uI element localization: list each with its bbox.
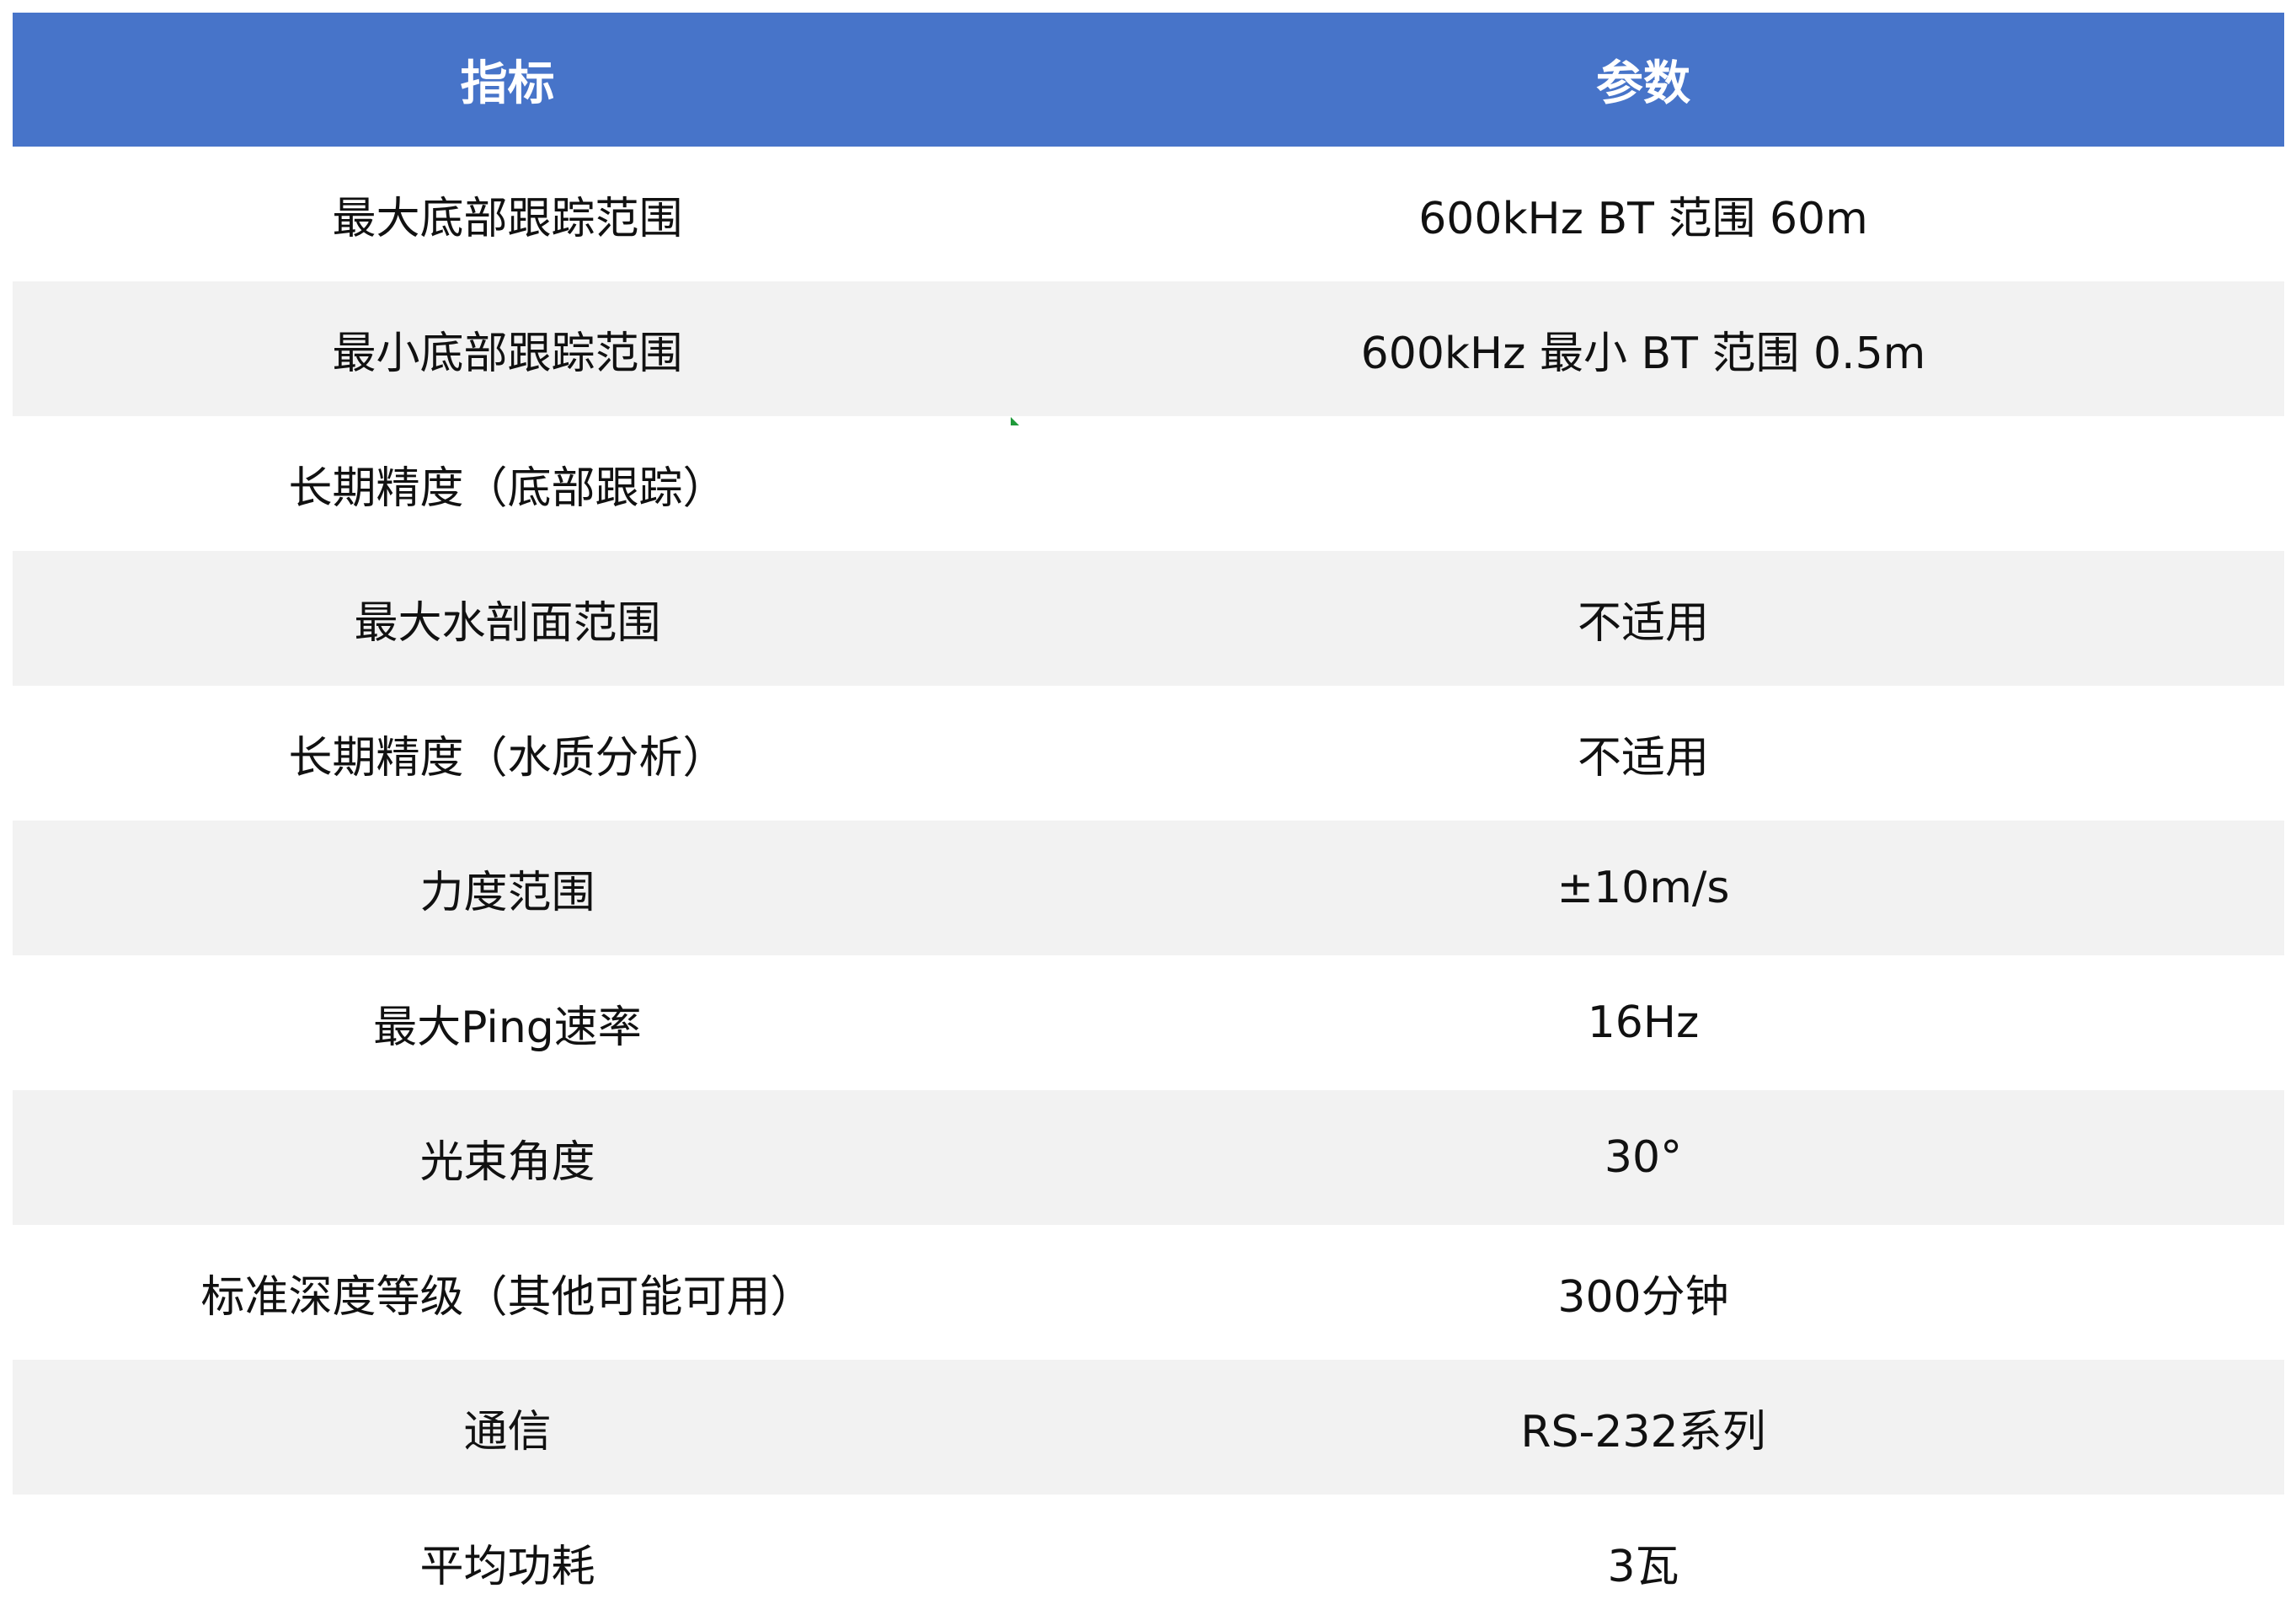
table-row: 光束角度 30° (13, 1090, 2284, 1225)
param-cell: ±10m/s (1002, 821, 2284, 955)
param-cell: 3瓦 (1002, 1495, 2284, 1599)
metric-cell: 最大底部跟踪范围 (13, 147, 1002, 281)
param-cell: 不适用 (1002, 551, 2284, 686)
table-row: 力度范围 ±10m/s (13, 821, 2284, 955)
header-metric: 指标 (13, 13, 1002, 147)
param-cell: 30° (1002, 1090, 2284, 1225)
param-cell: 300分钟 (1002, 1225, 2284, 1360)
metric-cell: 最大水剖面范围 (13, 551, 1002, 686)
param-cell: 600kHz 最小 BT 范围 0.5m (1002, 281, 2284, 416)
table-row: 长期精度（水质分析） 不适用 (13, 686, 2284, 821)
param-cell: 16Hz (1002, 955, 2284, 1090)
green-triangle-marker-icon (1011, 417, 1019, 425)
param-cell: RS-232系列 (1002, 1360, 2284, 1495)
metric-cell: 长期精度（水质分析） (13, 686, 1002, 821)
metric-cell: 平均功耗 (13, 1495, 1002, 1599)
spec-table: 指标 参数 最大底部跟踪范围 600kHz BT 范围 60m 最小底部跟踪范围… (13, 13, 2284, 1599)
table-row: 最大水剖面范围 不适用 (13, 551, 2284, 686)
param-cell (1002, 416, 2284, 551)
table-row: 通信 RS-232系列 (13, 1360, 2284, 1495)
metric-cell: 标准深度等级（其他可能可用） (13, 1225, 1002, 1360)
param-cell: 不适用 (1002, 686, 2284, 821)
metric-cell: 最大Ping速率 (13, 955, 1002, 1090)
metric-cell: 最小底部跟踪范围 (13, 281, 1002, 416)
metric-cell: 力度范围 (13, 821, 1002, 955)
table-row: 长期精度（底部跟踪） (13, 416, 2284, 551)
param-cell: 600kHz BT 范围 60m (1002, 147, 2284, 281)
metric-cell: 光束角度 (13, 1090, 1002, 1225)
table-row: 平均功耗 3瓦 (13, 1495, 2284, 1599)
header-param: 参数 (1002, 13, 2284, 147)
table-row: 最小底部跟踪范围 600kHz 最小 BT 范围 0.5m (13, 281, 2284, 416)
table-row: 最大底部跟踪范围 600kHz BT 范围 60m (13, 147, 2284, 281)
metric-cell: 长期精度（底部跟踪） (13, 416, 1002, 551)
table-header-row: 指标 参数 (13, 13, 2284, 147)
table-row: 标准深度等级（其他可能可用） 300分钟 (13, 1225, 2284, 1360)
table-row: 最大Ping速率 16Hz (13, 955, 2284, 1090)
metric-cell: 通信 (13, 1360, 1002, 1495)
page: 指标 参数 最大底部跟踪范围 600kHz BT 范围 60m 最小底部跟踪范围… (0, 0, 2296, 1599)
